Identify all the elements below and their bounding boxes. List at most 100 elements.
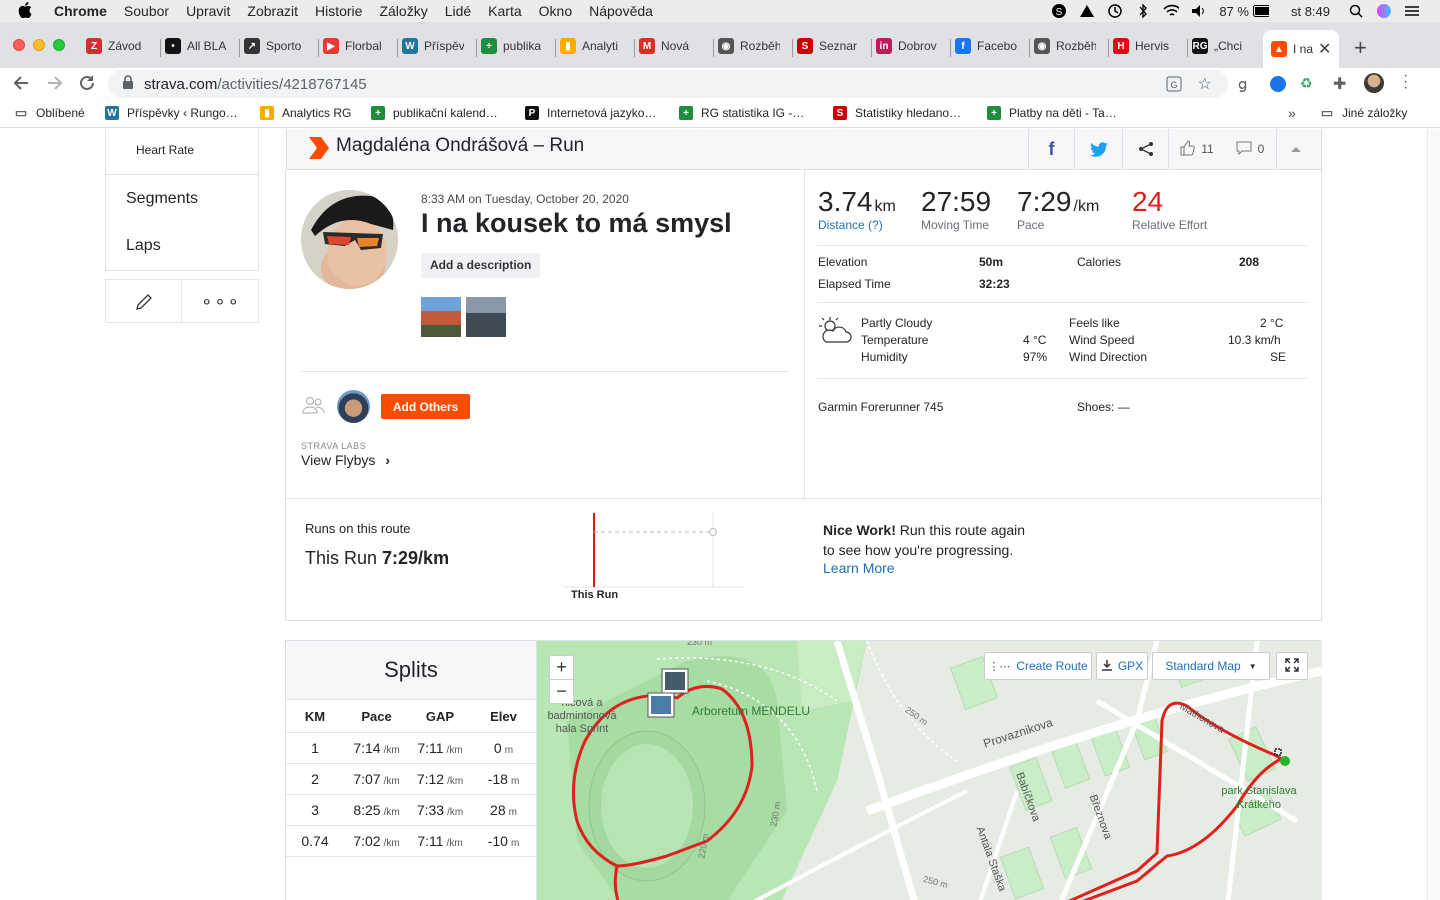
zoom-in-button[interactable]: + — [549, 655, 574, 680]
new-tab-button[interactable]: + — [1354, 35, 1367, 61]
bookmark-item[interactable]: W Příspěvky ‹ Rungo… — [105, 106, 238, 120]
skype-icon[interactable]: S — [1051, 4, 1067, 18]
share-icon[interactable] — [1122, 129, 1168, 169]
menu-tab[interactable]: Karta — [488, 3, 521, 19]
browser-tab[interactable]: RG „Chci — [1192, 33, 1262, 59]
menu-history[interactable]: Historie — [315, 3, 362, 19]
close-window-button[interactable] — [13, 39, 25, 51]
comment-button[interactable]: 0 — [1224, 129, 1276, 169]
facebook-share-icon[interactable]: f — [1028, 129, 1074, 169]
chrome-menu-icon[interactable]: · · · — [1403, 68, 1408, 96]
menu-edit[interactable]: Upravit — [186, 3, 230, 19]
battery-icon[interactable] — [1252, 4, 1269, 18]
browser-tab[interactable]: in Dobrov — [876, 33, 946, 59]
browser-tab[interactable]: ◉ Rozběh — [718, 33, 788, 59]
maximize-window-button[interactable] — [53, 39, 65, 51]
split-gap: 7:11/km — [409, 825, 471, 857]
browser-tab[interactable]: f Facebo — [955, 33, 1025, 59]
siri-icon[interactable] — [1376, 4, 1392, 18]
control-center-icon[interactable] — [1404, 4, 1420, 18]
bookmark-item[interactable]: + publikační kalend… — [371, 106, 498, 120]
bookmark-item[interactable]: + RG statistika IG -… — [679, 106, 804, 120]
browser-tab[interactable]: H Hervis — [1113, 33, 1183, 59]
split-km-value: 1 — [311, 739, 319, 756]
photo-thumbnail[interactable] — [466, 297, 506, 337]
learn-more-link[interactable]: Learn More — [823, 560, 895, 576]
menu-view[interactable]: Zobrazit — [247, 3, 298, 19]
route-map[interactable]: nicová a badmintonová hala Sprint Arbore… — [537, 641, 1322, 900]
edit-pencil-icon[interactable] — [106, 280, 182, 323]
distance-label[interactable]: Distance (?) — [818, 218, 896, 232]
browser-tab[interactable]: ◉ Rozběh — [1034, 33, 1104, 59]
bookmark-item[interactable]: S Statistiky hledano… — [833, 106, 961, 120]
collapse-chevron-icon[interactable] — [1276, 129, 1314, 169]
humidity-label: Humidity — [861, 350, 908, 364]
bookmark-item[interactable]: ▮ Analytics RG — [260, 106, 351, 120]
browser-tab[interactable]: M Nová — [639, 33, 709, 59]
browser-tab[interactable]: • All BLA — [165, 33, 235, 59]
volume-icon[interactable] — [1191, 4, 1207, 18]
add-description-button[interactable]: Add a description — [421, 253, 541, 278]
map-label-arboretum: Arboretum MENDELU — [692, 704, 811, 718]
fullscreen-button[interactable] — [1276, 652, 1308, 680]
activity-name[interactable]: I na kousek to má smysl — [421, 208, 732, 239]
gpx-download-button[interactable]: GPX — [1096, 652, 1148, 680]
drive-icon[interactable] — [1079, 4, 1095, 18]
map-type-select[interactable]: Standard Map ▼ — [1152, 652, 1270, 680]
kudos-button[interactable]: 11 — [1168, 129, 1224, 169]
menu-window[interactable]: Okno — [539, 3, 572, 19]
zoom-out-button[interactable]: − — [549, 679, 574, 704]
translate-icon[interactable]: G — [1166, 76, 1182, 96]
sidebar-item-laps[interactable]: Laps — [105, 222, 259, 271]
address-bar[interactable]: strava.com/activities/4218767145 G ☆ — [108, 70, 1228, 98]
create-route-button[interactable]: ⋮⋯ Create Route — [984, 652, 1092, 680]
page-scrollbar[interactable] — [1427, 129, 1440, 900]
back-button[interactable] — [12, 73, 32, 98]
menu-people[interactable]: Lidé — [445, 3, 471, 19]
menu-help[interactable]: Nápověda — [589, 3, 653, 19]
bluetooth-icon[interactable] — [1135, 3, 1151, 19]
browser-tab[interactable]: Z Závod — [86, 33, 156, 59]
menu-file[interactable]: Soubor — [124, 3, 169, 19]
menu-app-name[interactable]: Chrome — [54, 3, 107, 19]
menubar-clock[interactable]: st 8:49 — [1291, 4, 1330, 19]
extensions-puzzle-icon[interactable]: ✚ — [1333, 74, 1346, 94]
browser-tab[interactable]: S Seznar — [797, 33, 867, 59]
extension-recycle-icon[interactable]: ♻ — [1300, 75, 1313, 92]
browser-tab[interactable]: ▶ Florbal — [323, 33, 393, 59]
extension-g-icon[interactable]: ց — [1238, 75, 1248, 93]
browser-tab[interactable]: + publika — [481, 33, 551, 59]
time-machine-icon[interactable] — [1107, 4, 1123, 18]
reload-button[interactable] — [77, 73, 97, 98]
lock-icon[interactable] — [122, 75, 134, 93]
browser-tab[interactable]: W Příspěv — [402, 33, 472, 59]
other-bookmarks[interactable]: ▭ Jiné záložky — [1320, 105, 1408, 120]
spotlight-search-icon[interactable] — [1348, 4, 1364, 18]
extension-blue-icon[interactable] — [1270, 76, 1286, 92]
wifi-icon[interactable] — [1163, 4, 1180, 18]
profile-avatar[interactable] — [1364, 73, 1384, 93]
forward-button[interactable] — [44, 73, 64, 98]
add-others-button[interactable]: Add Others — [381, 394, 470, 419]
view-flybys-link[interactable]: View Flybys › — [301, 452, 390, 468]
bookmark-item[interactable]: + Platby na děti - Ta… — [987, 106, 1117, 120]
sidebar-item-segments[interactable]: Segments — [105, 174, 259, 223]
bookmark-star-icon[interactable]: ☆ — [1198, 74, 1212, 94]
twitter-share-icon[interactable] — [1074, 129, 1122, 169]
route-this-run-prefix: This Run — [305, 548, 383, 568]
close-tab-icon[interactable]: ✕ — [1318, 39, 1331, 59]
menu-bookmarks[interactable]: Záložky — [379, 3, 427, 19]
bookmark-item[interactable]: ▭ Oblíbené — [14, 105, 85, 120]
stat-relative-effort[interactable]: 24 Relative Effort — [1132, 186, 1207, 232]
browser-tab[interactable]: ▮ Analyti — [560, 33, 630, 59]
bookmarks-more-icon[interactable]: » — [1288, 105, 1296, 121]
more-actions-icon[interactable]: ∘∘∘ — [182, 280, 260, 323]
bookmark-item[interactable]: P Internetová jazyko… — [525, 106, 656, 120]
browser-tab[interactable]: ↗ Sporto — [244, 33, 314, 59]
participant-avatar[interactable] — [337, 390, 370, 423]
minimize-window-button[interactable] — [33, 39, 45, 51]
photo-thumbnail[interactable] — [421, 297, 461, 337]
apple-menu-icon[interactable] — [18, 1, 38, 21]
athlete-avatar[interactable] — [301, 190, 398, 289]
sidebar-item-heart-rate[interactable]: Heart Rate — [136, 143, 194, 157]
